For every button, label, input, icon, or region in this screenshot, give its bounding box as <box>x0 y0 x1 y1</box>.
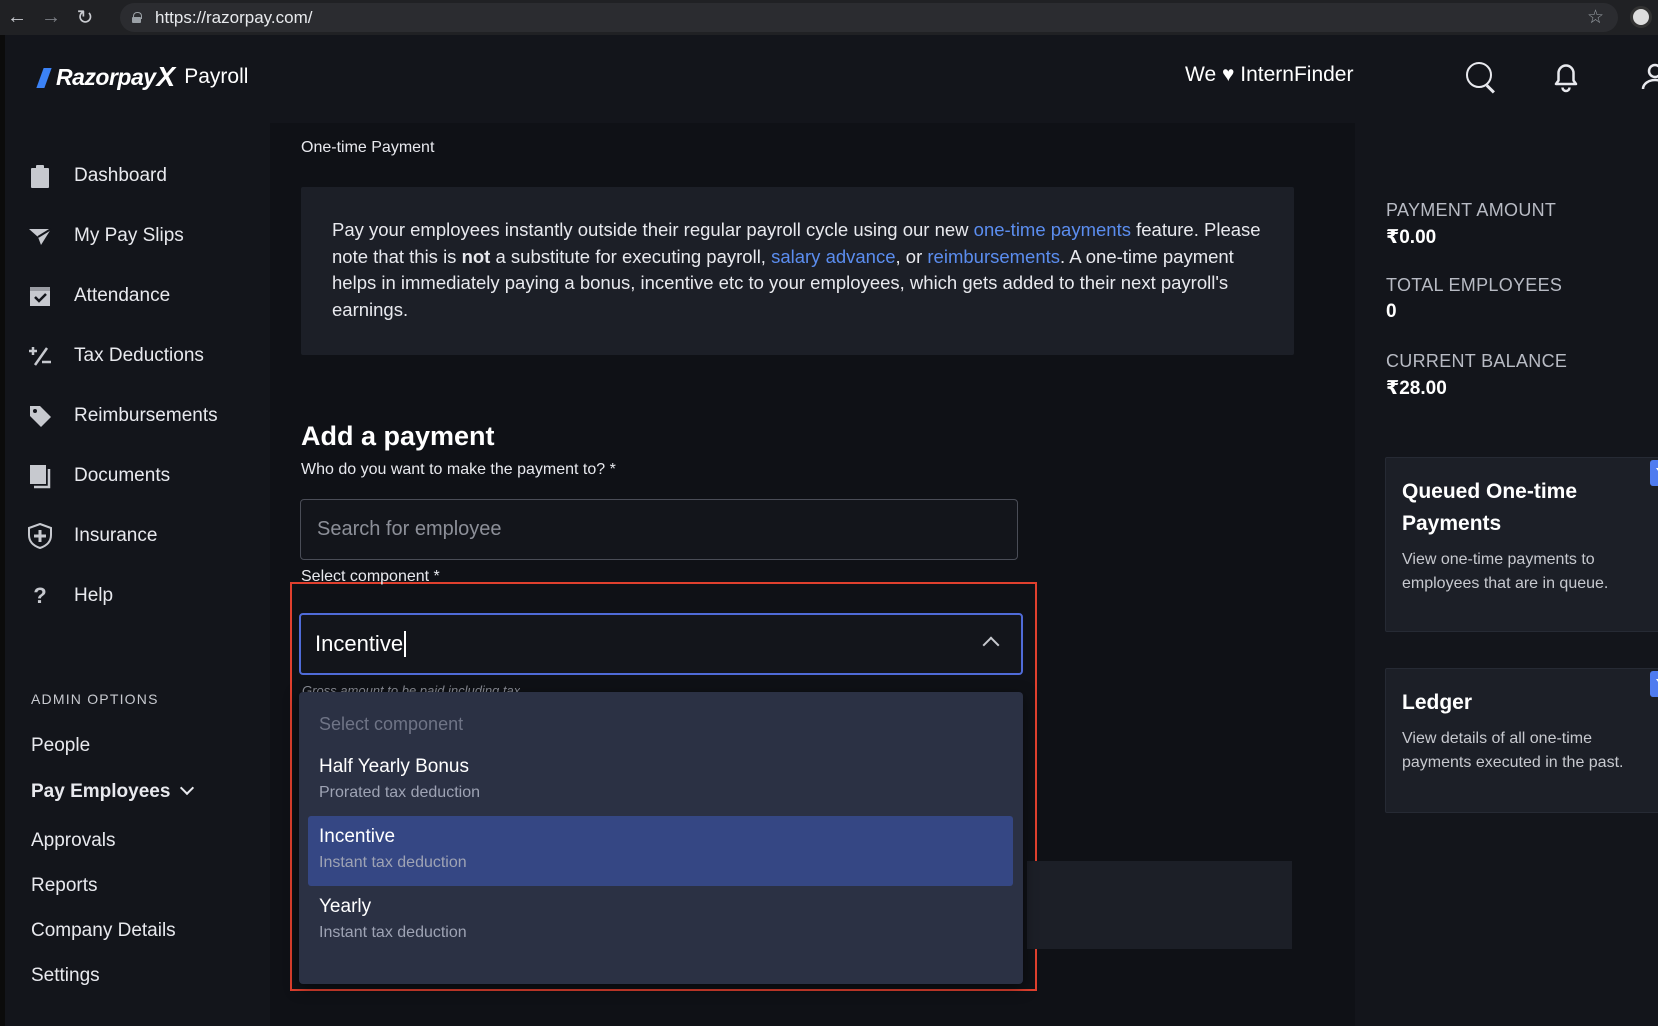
send-icon <box>1650 460 1658 486</box>
total-employees-value: 0 <box>1386 301 1397 322</box>
sidebar-item-label: Reimbursements <box>74 405 218 426</box>
calendar-check-icon <box>27 283 53 309</box>
current-balance-value: ₹28.00 <box>1386 378 1447 399</box>
sidebar-item-label: Documents <box>74 465 171 486</box>
option-subtitle: Instant tax deduction <box>319 924 467 941</box>
info-emphasis: not <box>461 245 491 267</box>
card-description: View one-time payments to employees that… <box>1402 551 1609 592</box>
sidebar-item-documents[interactable]: Documents <box>5 456 270 496</box>
send-icon <box>1650 671 1658 697</box>
payslip-icon <box>27 223 53 249</box>
payment-amount-label: PAYMENT AMOUNT <box>1386 200 1557 220</box>
add-payment-heading: Add a payment <box>301 421 495 451</box>
employee-field-label: Who do you want to make the payment to? … <box>301 461 616 478</box>
option-title: Half Yearly Bonus <box>319 756 469 777</box>
employee-search-placeholder: Search for employee <box>317 518 502 540</box>
chevron-up-icon[interactable] <box>982 636 1000 654</box>
sidebar-item-label: Pay Employees <box>31 781 171 802</box>
option-subtitle: Instant tax deduction <box>319 854 467 871</box>
dropdown-placeholder: Select component <box>319 714 464 734</box>
sidebar-item-my-pay-slips[interactable]: My Pay Slips <box>5 216 270 256</box>
razorpay-mark-icon <box>38 66 54 88</box>
card-title: Queued One-time Payments <box>1402 480 1578 535</box>
option-subtitle: Prorated tax deduction <box>319 784 480 801</box>
info-text: a substitute for executing payroll, <box>490 245 772 267</box>
sidebar-item-help[interactable]: ? Help <box>5 576 270 616</box>
sidebar-item-approvals[interactable]: Approvals <box>31 830 116 852</box>
sidebar-item-label: Tax Deductions <box>74 345 204 366</box>
bookmark-star-icon[interactable]: ☆ <box>1587 6 1604 29</box>
ledger-card[interactable]: Ledger View details of all one-time paym… <box>1385 668 1658 813</box>
payment-amount-value: ₹0.00 <box>1386 227 1437 248</box>
sidebar-item-people[interactable]: People <box>31 735 90 757</box>
sidebar-item-label: Dashboard <box>74 165 167 186</box>
dropdown-option-incentive[interactable]: Incentive Instant tax deduction <box>308 816 1013 886</box>
reload-icon[interactable]: ↻ <box>68 0 102 35</box>
logo-product-text: Payroll <box>184 65 249 88</box>
search-icon[interactable] <box>1460 57 1500 97</box>
question-icon: ? <box>33 583 47 608</box>
tag-icon <box>27 403 53 429</box>
sidebar-item-attendance[interactable]: Attendance <box>5 276 270 316</box>
browser-profile-icon[interactable] <box>1630 6 1652 28</box>
percent-icon <box>27 343 53 369</box>
option-title: Yearly <box>319 896 372 917</box>
sidebar-item-label: Insurance <box>74 525 158 546</box>
forward-arrow-icon[interactable]: → <box>34 0 68 35</box>
sidebar-item-tax-deductions[interactable]: Tax Deductions <box>5 336 270 376</box>
partially-hidden-panel <box>1027 861 1292 949</box>
salary-advance-link[interactable]: salary advance <box>771 246 895 267</box>
text-cursor <box>404 631 407 657</box>
sidebar-item-dashboard[interactable]: Dashboard <box>5 156 270 196</box>
organization-name[interactable]: We ♥ InternFinder <box>1185 63 1353 87</box>
sidebar-item-pay-employees[interactable]: Pay Employees <box>31 780 195 803</box>
sidebar-item-settings[interactable]: Settings <box>31 965 100 987</box>
documents-icon <box>27 463 53 489</box>
sidebar-item-insurance[interactable]: Insurance <box>5 516 270 556</box>
chevron-down-icon <box>180 780 195 796</box>
info-banner: Pay your employees instantly outside the… <box>301 187 1294 355</box>
shield-plus-icon <box>27 522 53 550</box>
option-title: Incentive <box>319 826 396 847</box>
back-arrow-icon[interactable]: ← <box>0 0 34 35</box>
dropdown-option-yearly[interactable]: Yearly Instant tax deduction <box>308 886 1013 956</box>
summary-panel: PAYMENT AMOUNT ₹0.00 TOTAL EMPLOYEES 0 C… <box>1355 123 1658 1026</box>
dropdown-option-half-yearly-bonus[interactable]: Half Yearly Bonus Prorated tax deduction <box>308 746 1013 816</box>
sidebar-item-label: Attendance <box>74 285 171 306</box>
component-field-label: Select component * <box>301 568 440 585</box>
notification-bell-icon[interactable] <box>1546 57 1586 97</box>
logo-x-text: X <box>156 61 176 92</box>
employee-search-input[interactable]: Search for employee <box>300 499 1018 560</box>
app-header: Razorpay X Payroll We ♥ InternFinder <box>5 35 1658 123</box>
logo-brand-text: Razorpay <box>56 63 156 90</box>
component-dropdown-menu: Select component Half Yearly Bonus Prora… <box>299 692 1023 984</box>
current-balance-label: CURRENT BALANCE <box>1386 351 1568 371</box>
address-bar[interactable]: https://razorpay.com/ ☆ <box>120 3 1618 32</box>
one-time-payments-link[interactable]: one-time payments <box>974 219 1131 240</box>
card-title: Ledger <box>1402 691 1473 714</box>
admin-options-heading: ADMIN OPTIONS <box>31 691 159 707</box>
url-text: https://razorpay.com/ <box>155 7 313 27</box>
page-title: One-time Payment <box>301 139 435 156</box>
user-profile-icon[interactable] <box>1635 57 1658 97</box>
sidebar-item-reimbursements[interactable]: Reimbursements <box>5 396 270 436</box>
razorpayx-logo[interactable]: Razorpay X Payroll <box>38 61 248 93</box>
component-select[interactable]: Incentive <box>299 613 1023 675</box>
reimbursements-link[interactable]: reimbursements <box>927 246 1060 267</box>
card-description: View details of all one-time payments ex… <box>1402 730 1624 771</box>
browser-toolbar: ← → ↻ https://razorpay.com/ ☆ <box>0 0 1658 35</box>
sidebar-item-label: My Pay Slips <box>74 225 184 246</box>
sidebar-item-company-details[interactable]: Company Details <box>31 920 176 942</box>
clipboard-icon <box>27 163 53 189</box>
lock-icon <box>132 12 142 23</box>
queued-payments-card[interactable]: Queued One-time Payments View one-time p… <box>1385 457 1658 632</box>
sidebar-item-reports[interactable]: Reports <box>31 875 98 897</box>
sidebar-item-label: Help <box>74 585 114 606</box>
sidebar: Dashboard My Pay Slips Attendance Tax De… <box>5 123 270 1026</box>
component-select-value: Incentive <box>315 631 404 656</box>
total-employees-label: TOTAL EMPLOYEES <box>1386 275 1563 295</box>
info-text: Pay your employees instantly outside the… <box>332 219 974 240</box>
info-text: , or <box>895 245 928 267</box>
main-content: One-time Payment Pay your employees inst… <box>270 123 1355 1026</box>
